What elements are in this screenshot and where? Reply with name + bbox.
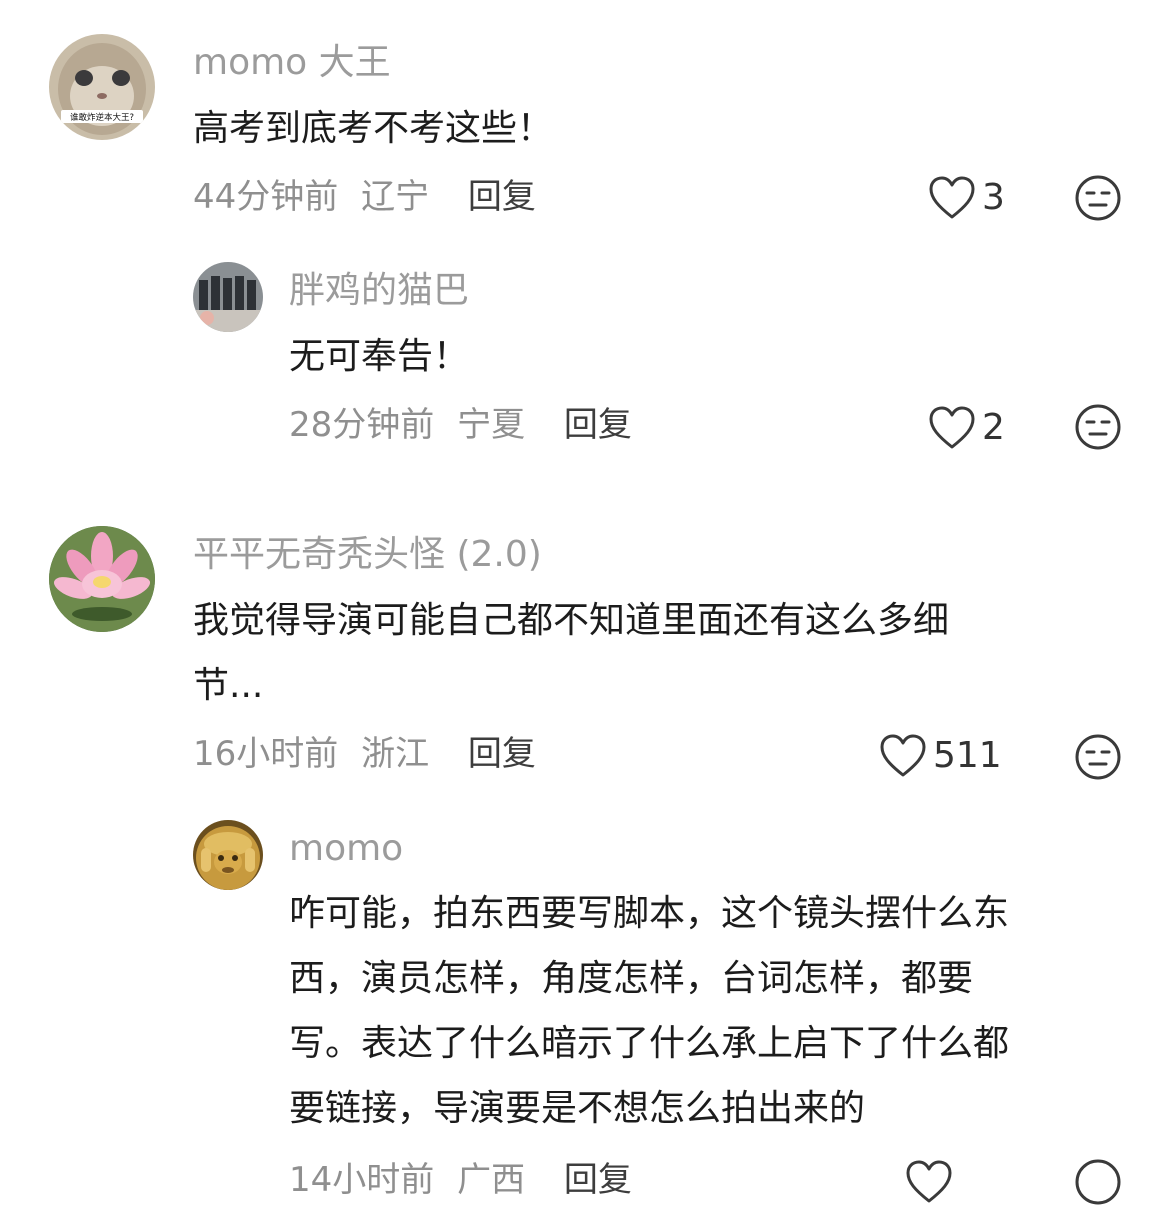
avatar[interactable]: [193, 262, 263, 332]
location: 广西: [457, 1160, 526, 1200]
avatar[interactable]: [193, 820, 263, 890]
cat-face-avatar-icon: 谁敢炸逆本大王?: [49, 34, 155, 140]
reaction-button[interactable]: [1074, 1158, 1122, 1206]
group-silhouette-avatar-icon: [193, 262, 263, 332]
meh-face-icon: [1075, 175, 1121, 221]
like-button[interactable]: 511: [879, 730, 1002, 782]
timestamp: 14小时前: [289, 1160, 435, 1200]
location: 宁夏: [457, 405, 526, 445]
heart-outline-icon: [929, 406, 975, 449]
comment-text-line: 西，演员怎样，角度怎样，台词怎样，都要: [289, 958, 974, 999]
timestamp: 44分钟前: [193, 177, 339, 217]
comment-meta: 16小时前 浙江 回复: [193, 737, 536, 771]
location: 辽宁: [361, 177, 430, 217]
comment-text-line: 写。表达了什么暗示了什么承上启下了什么都: [289, 1023, 1010, 1064]
like-count: 3: [982, 177, 1005, 218]
reply-button[interactable]: 回复: [564, 408, 632, 442]
like-button[interactable]: 2: [928, 402, 1005, 454]
comment-text-line: 我觉得导演可能自己都不知道里面还有这么多细: [193, 600, 950, 641]
meh-face-icon: [1075, 404, 1121, 450]
timestamp: 28分钟前: [289, 405, 435, 445]
comment-meta: 28分钟前 宁夏 回复: [289, 408, 632, 442]
username[interactable]: 平平无奇秃头怪 (2.0): [193, 537, 542, 573]
reaction-button[interactable]: [1074, 403, 1122, 451]
pink-lotus-avatar-icon: [49, 526, 155, 632]
username[interactable]: 胖鸡的猫巴: [289, 273, 469, 309]
username[interactable]: momo: [289, 831, 403, 867]
like-button[interactable]: [905, 1156, 959, 1208]
heart-outline-icon: [929, 176, 975, 219]
like-count: 2: [982, 407, 1005, 448]
comment-meta: 44分钟前 辽宁 回复: [193, 180, 536, 214]
avatar[interactable]: [49, 526, 155, 632]
reply-button[interactable]: 回复: [564, 1163, 632, 1197]
heart-outline-icon: [906, 1160, 952, 1203]
username[interactable]: momo 大王: [193, 45, 391, 81]
svg-text:谁敢炸逆本大王?: 谁敢炸逆本大王?: [70, 112, 134, 123]
comment-text: 高考到底考不考这些！: [193, 108, 554, 149]
comment-text: 无可奉告！: [289, 336, 470, 377]
meh-face-icon: [1075, 1159, 1121, 1205]
like-count: 511: [933, 735, 1002, 776]
comment-text: 咋可能，拍东西要写脚本，这个镜头摆什么东 西，演员怎样，角度怎样，台词怎样，都要…: [289, 881, 1009, 1141]
comment-text: 我觉得导演可能自己都不知道里面还有这么多细 节...: [193, 588, 949, 718]
like-button[interactable]: 3: [928, 172, 1005, 224]
meh-face-icon: [1075, 734, 1121, 780]
comment-text-line: 咋可能，拍东西要写脚本，这个镜头摆什么东: [289, 893, 1010, 934]
reply-button[interactable]: 回复: [468, 737, 536, 771]
comment-text-line: 节...: [193, 665, 264, 706]
reaction-button[interactable]: [1074, 174, 1122, 222]
avatar[interactable]: 谁敢炸逆本大王?: [49, 34, 155, 140]
comment-text-line: 要链接，导演要是不想怎么拍出来的: [289, 1088, 866, 1129]
timestamp: 16小时前: [193, 734, 339, 774]
reaction-button[interactable]: [1074, 733, 1122, 781]
reply-button[interactable]: 回复: [468, 180, 536, 214]
heart-outline-icon: [880, 734, 926, 777]
golden-monkey-avatar-icon: [193, 820, 263, 890]
location: 浙江: [361, 734, 430, 774]
comment-meta: 14小时前 广西 回复: [289, 1163, 632, 1197]
